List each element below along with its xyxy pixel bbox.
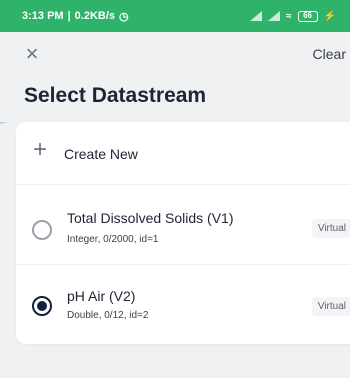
- signal-2-icon: [268, 11, 281, 21]
- close-button[interactable]: ×: [20, 41, 44, 66]
- status-time: 3:13 PM: [22, 10, 64, 22]
- alarm-icon: ◷: [119, 10, 129, 23]
- status-right: ≈ 66 ⚡: [250, 10, 336, 22]
- datastream-meta: Double, 0/12, id=2: [67, 310, 149, 321]
- datastream-meta: Integer, 0/2000, id=1: [67, 234, 159, 245]
- create-new-button[interactable]: + Create New: [16, 122, 350, 184]
- status-left: 3:13 PM | 0.2KB/s ◷: [22, 10, 129, 23]
- create-new-label: Create New: [64, 146, 138, 162]
- divider: [16, 264, 350, 265]
- status-speed: 0.2KB/s: [74, 10, 116, 22]
- signal-1-icon: [250, 11, 263, 21]
- radio-selected-icon[interactable]: [32, 296, 52, 316]
- datastream-type-badge: Virtual: [311, 219, 350, 238]
- header: × Clear Select Datastream: [0, 32, 350, 122]
- page-title: Select Datastream: [24, 84, 207, 107]
- divider: [16, 184, 350, 185]
- datastream-item-tds[interactable]: Total Dissolved Solids (V1) Integer, 0/2…: [16, 194, 350, 266]
- wifi-icon: ≈: [286, 10, 292, 22]
- status-bar: 3:13 PM | 0.2KB/s ◷ ≈ 66 ⚡: [0, 0, 350, 32]
- datastream-type-badge: Virtual: [311, 297, 350, 316]
- status-separator: |: [67, 10, 71, 22]
- radio-unselected-icon[interactable]: [32, 220, 52, 240]
- datastream-name: Total Dissolved Solids (V1): [67, 210, 234, 226]
- datastream-name: pH Air (V2): [67, 288, 136, 304]
- plus-icon: +: [33, 136, 48, 163]
- datastream-item-ph[interactable]: pH Air (V2) Double, 0/12, id=2 Virtual: [16, 272, 350, 344]
- charging-icon: ⚡: [323, 10, 336, 22]
- clear-button[interactable]: Clear: [313, 46, 346, 62]
- datastream-card: + Create New Total Dissolved Solids (V1)…: [16, 122, 350, 344]
- battery-icon: 66: [297, 10, 318, 22]
